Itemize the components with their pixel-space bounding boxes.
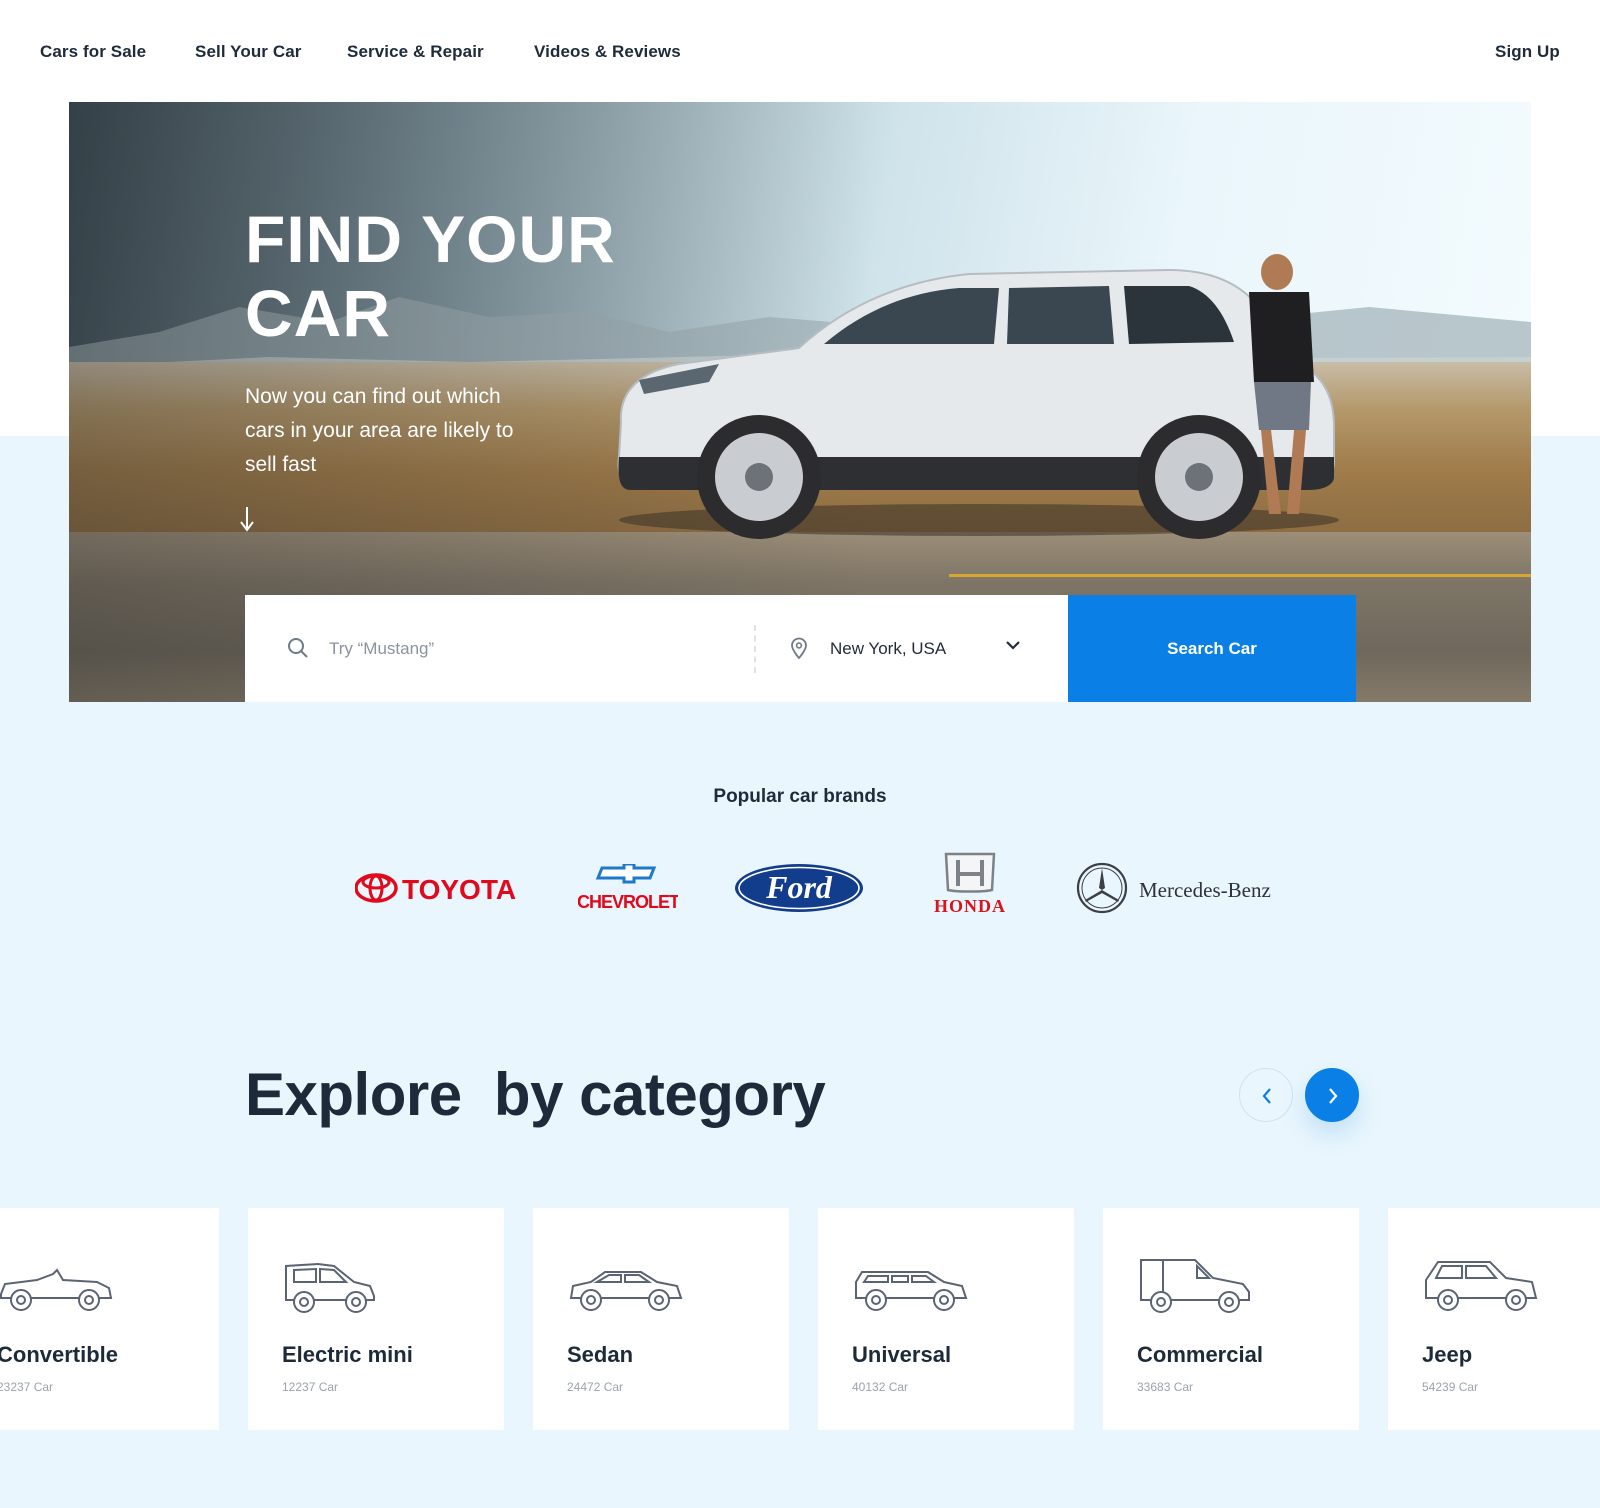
jeep-icon	[1425, 1261, 1538, 1311]
category-card-jeep[interactable]: Jeep 54239 Car	[1388, 1208, 1600, 1430]
category-count: 24472 Car	[567, 1380, 624, 1394]
category-card-electric-mini[interactable]: Electric mini 12237 Car	[248, 1208, 504, 1430]
category-card-sedan[interactable]: Sedan 24472 Car	[533, 1208, 789, 1430]
search-car-button[interactable]: Search Car	[1068, 595, 1356, 702]
search-icon	[288, 638, 308, 658]
svg-text:HONDA: HONDA	[934, 896, 1006, 916]
convertible-icon	[0, 1268, 113, 1311]
category-label: Commercial	[1137, 1342, 1263, 1367]
nav-service-repair[interactable]: Service & Repair	[347, 42, 484, 62]
explore-title: Explore by category	[245, 1061, 826, 1128]
category-label: Sedan	[567, 1342, 634, 1367]
svg-text:Ford: Ford	[765, 869, 833, 905]
category-count: 23237 Car	[0, 1380, 54, 1394]
chevron-left-icon	[1262, 1088, 1271, 1104]
location-pin-icon	[791, 637, 807, 659]
category-card-convertible[interactable]: Convertible 23237 Car	[0, 1208, 219, 1430]
category-card-commercial[interactable]: Commercial 33683 Car	[1103, 1208, 1359, 1430]
ford-logo: Ford	[735, 864, 863, 912]
category-label: Convertible	[0, 1342, 119, 1367]
brand-toyota[interactable]: TOYOTA	[354, 866, 520, 912]
category-label: Jeep	[1422, 1342, 1473, 1367]
hero-title-line2: CAR	[245, 276, 391, 350]
carousel-next-button[interactable]	[1305, 1068, 1359, 1122]
brands-title: Popular car brands	[713, 786, 887, 807]
hero-title-line1: FIND YOUR	[245, 202, 616, 276]
scroll-down-icon[interactable]	[239, 506, 255, 534]
electric-mini-icon	[285, 1262, 375, 1313]
brand-chevrolet[interactable]: CHEVROLET	[577, 862, 681, 914]
chevron-right-icon	[1329, 1088, 1338, 1104]
category-count: 40132 Car	[852, 1380, 909, 1394]
chevron-down-icon[interactable]	[1005, 639, 1021, 651]
category-label: Universal	[852, 1342, 952, 1367]
brand-ford[interactable]: Ford	[733, 862, 865, 914]
hero-title: FIND YOUR CAR	[245, 202, 745, 350]
nav-sell-your-car[interactable]: Sell Your Car	[195, 42, 302, 62]
toyota-logo: TOYOTA	[354, 873, 516, 905]
hero-subtitle: Now you can find out which cars in your …	[245, 385, 514, 476]
sign-up-link[interactable]: Sign Up	[1495, 42, 1560, 62]
commercial-icon	[1140, 1259, 1250, 1313]
category-count: 12237 Car	[282, 1380, 339, 1394]
search-bar: New York, USA	[245, 595, 1068, 702]
svg-text:CHEVROLET: CHEVROLET	[578, 892, 678, 912]
universal-icon	[855, 1271, 968, 1311]
top-nav: Cars for Sale Sell Your Car Service & Re…	[0, 0, 1600, 102]
location-select[interactable]: New York, USA	[830, 639, 946, 659]
svg-text:Mercedes-Benz: Mercedes-Benz	[1139, 878, 1271, 902]
chevrolet-logo: CHEVROLET	[577, 862, 681, 912]
category-label: Electric mini	[282, 1342, 413, 1367]
search-input[interactable]	[329, 631, 729, 667]
road-line	[949, 574, 1531, 577]
brand-honda[interactable]: HONDA	[922, 852, 1018, 916]
svg-text:TOYOTA: TOYOTA	[402, 874, 516, 905]
brand-mercedes-benz[interactable]: Mercedes-Benz	[1076, 862, 1276, 916]
honda-logo: HONDA	[934, 852, 1006, 916]
category-card-universal[interactable]: Universal 40132 Car	[818, 1208, 1074, 1430]
nav-cars-for-sale[interactable]: Cars for Sale	[40, 42, 146, 62]
mercedes-logo: Mercedes-Benz	[1076, 862, 1271, 914]
search-divider	[754, 625, 756, 673]
nav-videos-reviews[interactable]: Videos & Reviews	[534, 42, 681, 62]
category-count: 54239 Car	[1422, 1380, 1479, 1394]
carousel-prev-button[interactable]	[1239, 1068, 1293, 1122]
category-count: 33683 Car	[1137, 1380, 1194, 1394]
sedan-icon	[569, 1271, 683, 1311]
